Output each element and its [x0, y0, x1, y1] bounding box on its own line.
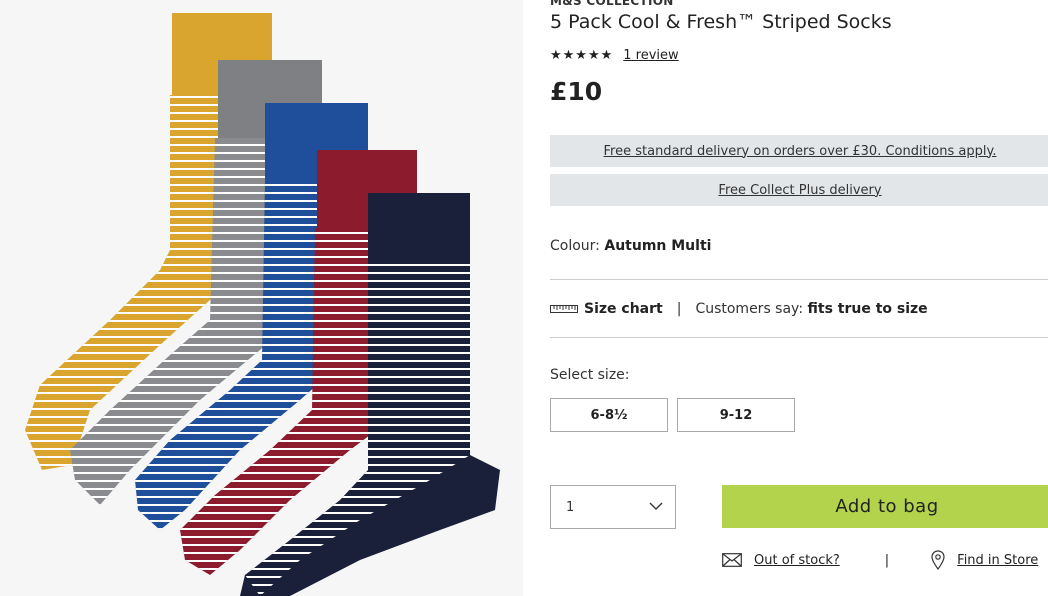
envelope-icon	[722, 553, 742, 567]
colour-value: Autumn Multi	[604, 238, 712, 254]
brand-label[interactable]: M&S COLLECTION	[550, 0, 674, 8]
product-image[interactable]	[0, 0, 523, 596]
socks-illustration	[25, 13, 500, 596]
chevron-down-icon	[649, 500, 663, 515]
divider	[550, 279, 1048, 280]
select-size-label: Select size:	[550, 367, 630, 383]
ruler-icon	[550, 301, 578, 317]
colour-info: Colour: Autumn Multi	[550, 238, 711, 254]
location-pin-icon	[931, 550, 945, 570]
separator: |	[676, 301, 682, 317]
star-rating-icon: ★★★★★	[550, 48, 614, 63]
fit-value: fits true to size	[807, 301, 928, 317]
separator: |	[884, 552, 890, 568]
fit-row: Size chart | Customers say: fits true to…	[550, 301, 928, 317]
stock-links: Out of stock? | Find in Store	[722, 550, 1038, 570]
product-info: M&S COLLECTION 5 Pack Cool & Fresh™ Stri…	[550, 0, 1048, 596]
standard-delivery-banner[interactable]: Free standard delivery on orders over £3…	[550, 135, 1048, 167]
size-option-9-12[interactable]: 9-12	[677, 398, 795, 432]
add-to-bag-button[interactable]: Add to bag	[722, 485, 1048, 528]
price: £10	[550, 77, 603, 106]
product-title: 5 Pack Cool & Fresh™ Striped Socks	[550, 11, 892, 33]
quantity-select[interactable]: 1	[550, 485, 676, 529]
quantity-value: 1	[566, 499, 575, 515]
size-option-6-8[interactable]: 6-8½	[550, 398, 668, 432]
colour-label: Colour:	[550, 238, 600, 254]
customers-say-label: Customers say:	[695, 301, 804, 317]
reviews-link[interactable]: 1 review	[623, 48, 678, 63]
collect-plus-banner[interactable]: Free Collect Plus delivery	[550, 174, 1048, 206]
out-of-stock-link[interactable]: Out of stock?	[754, 553, 840, 568]
find-in-store-link[interactable]: Find in Store	[957, 553, 1038, 568]
rating: ★★★★★ 1 review	[550, 48, 679, 63]
size-chart-link[interactable]: Size chart	[584, 301, 663, 317]
divider	[550, 337, 1048, 338]
